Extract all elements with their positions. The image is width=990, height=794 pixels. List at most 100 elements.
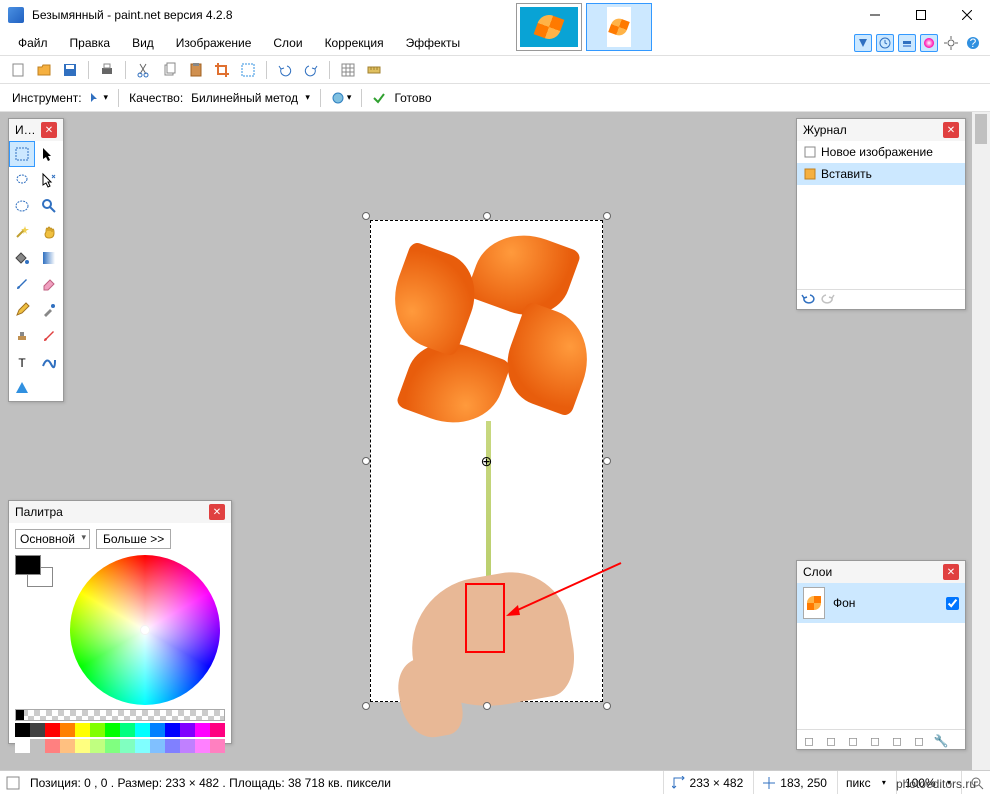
tool-ellipse-select[interactable]: [9, 193, 35, 219]
layers-panel: Слои ✕ Фон ◻ ◻ ◻ ◻ ◻ ◻ 🔧: [796, 560, 966, 750]
tool-lasso[interactable]: [9, 167, 35, 193]
palette-row-1[interactable]: [15, 723, 225, 737]
info-icon: [6, 776, 20, 790]
tool-recolor[interactable]: [36, 323, 62, 349]
save-icon[interactable]: [60, 60, 80, 80]
menu-adjustments[interactable]: Коррекция: [315, 33, 394, 53]
layer-up-icon[interactable]: ◻: [887, 732, 907, 750]
paste-icon[interactable]: [186, 60, 206, 80]
grid-icon[interactable]: [338, 60, 358, 80]
undo-icon[interactable]: [275, 60, 295, 80]
minimize-button[interactable]: [852, 0, 898, 30]
layer-visible-checkbox[interactable]: [946, 597, 959, 610]
canvas[interactable]: ⊕: [370, 220, 603, 702]
tool-pencil[interactable]: [9, 297, 35, 323]
tool-move-selection[interactable]: [36, 141, 62, 167]
main-toolbar: [0, 56, 990, 84]
sampling-dropdown[interactable]: ▾: [331, 91, 352, 105]
window-title: Безымянный - paint.net версия 4.2.8: [30, 8, 516, 22]
color-mode-select[interactable]: Основной: [15, 529, 90, 549]
tool-shapes[interactable]: [9, 375, 35, 401]
layer-add-icon[interactable]: ◻: [799, 732, 819, 750]
status-position: Позиция: 0 , 0 . Размер: 233 × 482 . Пло…: [30, 776, 391, 790]
tool-color-picker[interactable]: [36, 297, 62, 323]
close-button[interactable]: [944, 0, 990, 30]
history-item[interactable]: Вставить: [797, 163, 965, 185]
panel-toggle-tools[interactable]: [854, 34, 872, 52]
document-thumbnails: [516, 0, 652, 39]
thumbnail-1[interactable]: [516, 3, 582, 51]
fg-bg-swatches[interactable]: [15, 555, 57, 591]
settings-icon[interactable]: [942, 34, 960, 52]
thumbnail-2[interactable]: [586, 3, 652, 51]
tool-zoom[interactable]: [36, 193, 62, 219]
layer-down-icon[interactable]: ◻: [909, 732, 929, 750]
tool-clone[interactable]: [9, 323, 35, 349]
deselect-icon[interactable]: [238, 60, 258, 80]
maximize-button[interactable]: [898, 0, 944, 30]
copy-icon[interactable]: [160, 60, 180, 80]
help-icon[interactable]: ?: [964, 34, 982, 52]
cursor-icon: [762, 776, 776, 790]
layer-merge-icon[interactable]: ◻: [865, 732, 885, 750]
color-wheel[interactable]: [70, 555, 220, 705]
close-icon[interactable]: ✕: [41, 122, 57, 138]
tool-fill[interactable]: [9, 245, 35, 271]
history-undo-icon[interactable]: [801, 292, 817, 309]
menu-layers[interactable]: Слои: [263, 33, 312, 53]
tool-move[interactable]: [36, 167, 62, 193]
history-item[interactable]: Новое изображение: [797, 141, 965, 163]
svg-text:?: ?: [970, 36, 977, 50]
status-size: 233 × 482: [690, 776, 744, 790]
tool-gradient[interactable]: [36, 245, 62, 271]
size-icon: [672, 776, 686, 790]
close-icon[interactable]: ✕: [209, 504, 225, 520]
quality-dropdown[interactable]: Билинейный метод ▾: [191, 91, 310, 105]
menu-file[interactable]: Файл: [8, 33, 58, 53]
colors-panel: Палитра ✕ Основной Больше >>: [8, 500, 232, 744]
palette-row-2[interactable]: [15, 739, 225, 753]
menu-view[interactable]: Вид: [122, 33, 164, 53]
alpha-slider[interactable]: [15, 709, 225, 721]
layer-duplicate-icon[interactable]: ◻: [843, 732, 863, 750]
print-icon[interactable]: [97, 60, 117, 80]
menu-edit[interactable]: Правка: [60, 33, 121, 53]
layers-panel-title: Слои: [803, 565, 832, 579]
titlebar: Безымянный - paint.net версия 4.2.8: [0, 0, 990, 30]
layers-list: Фон: [797, 583, 965, 729]
tool-brush[interactable]: [9, 271, 35, 297]
history-redo-icon[interactable]: [821, 292, 837, 309]
new-icon[interactable]: [8, 60, 28, 80]
history-list: Новое изображение Вставить: [797, 141, 965, 289]
close-icon[interactable]: ✕: [943, 122, 959, 138]
menu-effects[interactable]: Эффекты: [396, 33, 471, 53]
colors-panel-title: Палитра: [15, 505, 63, 519]
layer-props-icon[interactable]: 🔧: [931, 732, 951, 750]
panel-toggle-colors[interactable]: [920, 34, 938, 52]
tool-pan[interactable]: [36, 219, 62, 245]
open-icon[interactable]: [34, 60, 54, 80]
app-icon: [8, 7, 24, 23]
tool-eraser[interactable]: [36, 271, 62, 297]
tool-text[interactable]: T: [9, 349, 35, 375]
tools-panel: И…✕ T: [8, 118, 64, 402]
cut-icon[interactable]: [134, 60, 154, 80]
crop-icon[interactable]: [212, 60, 232, 80]
tool-magic-wand[interactable]: [9, 219, 35, 245]
unit-dropdown[interactable]: пикс ▾: [837, 771, 886, 794]
tool-rect-select[interactable]: [9, 141, 35, 167]
tool-dropdown[interactable]: ▾: [90, 92, 109, 104]
close-icon[interactable]: ✕: [943, 564, 959, 580]
vertical-scrollbar[interactable]: [972, 112, 990, 770]
menu-image[interactable]: Изображение: [166, 33, 262, 53]
selection-handles[interactable]: ⊕: [366, 216, 607, 706]
ruler-icon[interactable]: [364, 60, 384, 80]
layer-thumb: [803, 587, 825, 619]
panel-toggle-history[interactable]: [876, 34, 894, 52]
panel-toggle-layers[interactable]: [898, 34, 916, 52]
more-button[interactable]: Больше >>: [96, 529, 171, 549]
layer-row[interactable]: Фон: [797, 583, 965, 623]
redo-icon[interactable]: [301, 60, 321, 80]
layer-delete-icon[interactable]: ◻: [821, 732, 841, 750]
tool-line[interactable]: [36, 349, 62, 375]
